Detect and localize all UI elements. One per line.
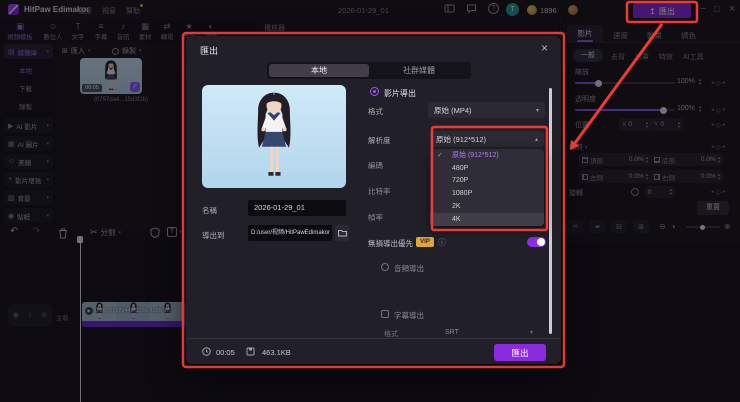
destination-label: 導出到	[202, 231, 225, 240]
resolution-option-720p[interactable]: 720P	[430, 175, 544, 188]
folder-icon	[337, 230, 347, 237]
dialog-title: 匯出	[200, 46, 219, 56]
format-select[interactable]: 原始 (MP4) ▾	[428, 102, 545, 118]
info-icon[interactable]: ⓘ	[438, 237, 446, 248]
export-dialog: 匯出 × 本地 社群媒體 影片導出 格式 原始 (MP4) ▾ 解析度 原始 (…	[186, 36, 561, 364]
subtitle-format-chevron-icon[interactable]: ▾	[530, 329, 533, 336]
audio-export-radio[interactable]	[381, 263, 389, 271]
video-export-label: 影片導出	[384, 89, 416, 98]
subtitle-format-value[interactable]: SRT	[445, 329, 459, 336]
bitrate-label: 比特率	[368, 187, 391, 196]
chevron-up-icon: ▴	[534, 136, 538, 143]
resolution-option-480p[interactable]: 480P	[430, 162, 544, 175]
footer-size: 463.1KB	[262, 348, 291, 357]
name-input[interactable]: 2026-01-29_01	[248, 200, 346, 216]
export-preview-image	[202, 85, 346, 188]
fps-label: 幀率	[368, 213, 383, 222]
check-icon: ✓	[437, 152, 443, 160]
storage-icon	[246, 347, 255, 358]
dialog-footer: 00:05 463.1KB 匯出	[186, 338, 561, 365]
name-label: 名稱	[202, 206, 217, 215]
resolution-option-1080p[interactable]: 1080P	[430, 187, 544, 200]
girl-preview-image	[257, 92, 291, 176]
dialog-export-button[interactable]: 匯出	[494, 344, 546, 361]
resolution-select[interactable]: 原始 (912*512) ▴	[430, 131, 544, 147]
app-window: HitPaw Edimakor 檔案 視窗 幫助 2026-01-29_01 ?…	[0, 0, 740, 402]
lossless-toggle[interactable]	[527, 237, 546, 247]
video-export-radio[interactable]	[370, 87, 379, 96]
clock-icon	[202, 347, 211, 358]
resolution-dropdown: ✓ 原始 (912*512) 480P 720P 1080P 2K 4K	[430, 149, 544, 226]
tab-social-media[interactable]: 社群媒體	[369, 64, 469, 77]
chevron-down-icon: ▾	[535, 107, 539, 114]
resolution-option-2k[interactable]: 2K	[430, 200, 544, 213]
dialog-scrollbar[interactable]	[549, 88, 552, 334]
subtitle-export-label: 字幕導出	[394, 311, 424, 320]
encode-label: 編碼	[368, 161, 383, 170]
lossless-label: 無損導出優先	[368, 239, 413, 248]
format-label: 格式	[368, 107, 383, 116]
resolution-label: 解析度	[368, 136, 391, 145]
resolution-option-original[interactable]: ✓ 原始 (912*512)	[430, 149, 544, 162]
subtitle-export-checkbox[interactable]	[381, 310, 389, 318]
browse-folder-button[interactable]	[335, 225, 349, 241]
footer-duration: 00:05	[216, 348, 235, 357]
destination-input[interactable]: D:/user/视频/HitPawEdimakor	[248, 225, 332, 241]
tab-local[interactable]: 本地	[269, 64, 369, 77]
dialog-tabs: 本地 社群媒體	[267, 62, 471, 79]
audio-export-label: 音頻導出	[394, 264, 424, 273]
resolution-option-4k[interactable]: 4K	[430, 212, 544, 226]
dialog-close-icon[interactable]: ×	[541, 41, 548, 55]
vip-badge: VIP	[416, 237, 434, 247]
